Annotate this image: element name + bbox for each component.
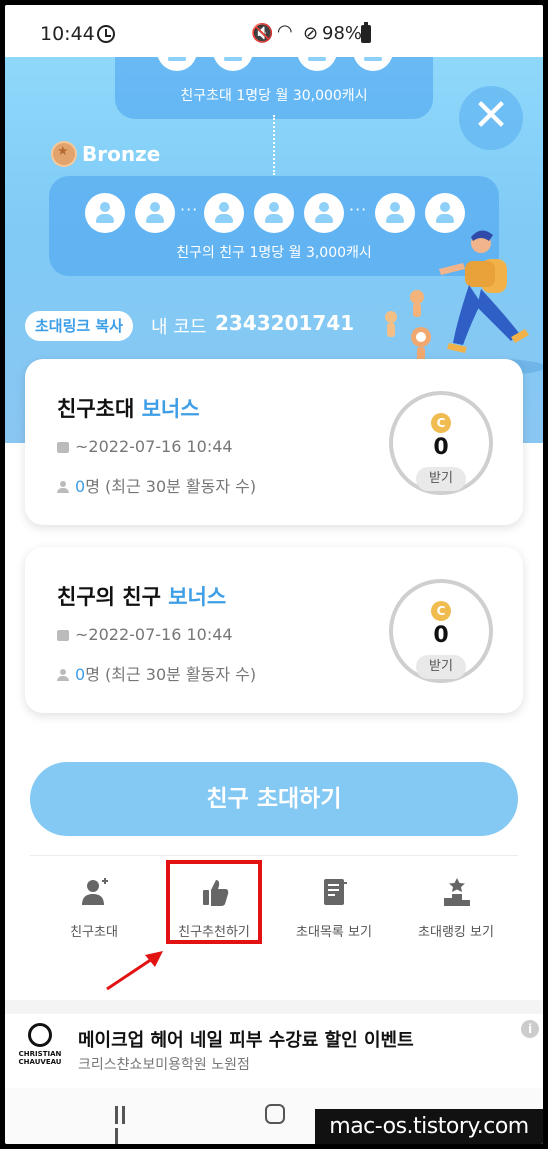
screen: 10:44 🔇 ◠ ⊘ 98% 친구초대 1명당 월 30,000캐시 ✕ Br… <box>5 5 543 1144</box>
add-friend-icon <box>82 878 108 905</box>
battery-icon <box>361 22 371 43</box>
card-title: 친구초대 보너스 <box>57 393 200 423</box>
bonus-value: 0 <box>433 435 449 460</box>
ad-logo-mark <box>28 1023 52 1047</box>
friend-avatar <box>254 193 294 233</box>
ad-logo: CHRISTIAN CHAUVEAU <box>15 1023 65 1077</box>
recent-apps-button[interactable] <box>115 1106 135 1144</box>
bonus-ring: C 0 받기 <box>389 391 493 495</box>
card-date: ~2022-07-16 10:44 <box>57 625 233 644</box>
close-button[interactable]: ✕ <box>459 86 523 150</box>
ad-banner[interactable]: CHRISTIAN CHAUVEAU 메이크업 헤어 네일 피부 수강료 할인 … <box>5 1014 543 1088</box>
blocked-icon: ⊘ <box>303 23 319 44</box>
menu-invite-list[interactable]: 초대목록 보기 <box>279 873 389 953</box>
copy-invite-link-button[interactable]: 초대링크 복사 <box>25 311 134 341</box>
bronze-medal-icon <box>51 141 77 167</box>
card-count-number: 0 <box>75 477 86 496</box>
card-count-number: 0 <box>75 665 86 684</box>
my-code-value: 2343201741 <box>215 311 355 335</box>
ad-subtitle: 크리스챤쇼보미용학원 노원점 <box>78 1057 250 1073</box>
clock-icon <box>97 25 115 43</box>
friend-avatar <box>297 57 337 71</box>
runner-illustration <box>385 230 543 375</box>
friend-avatar <box>353 57 393 71</box>
card-title-main: 친구초대 <box>57 397 135 421</box>
card-date: ~2022-07-16 10:44 <box>57 437 233 456</box>
card-title-accent: 보너스 <box>141 397 200 421</box>
card-count: 0명 (최근 30분 활동자 수) <box>57 661 256 685</box>
friend-avatar <box>135 193 175 233</box>
friend-tier-box: 친구초대 1명당 월 30,000캐시 <box>115 57 433 119</box>
card-title-main: 친구의 친구 <box>57 585 161 609</box>
cash-coin-icon: C <box>431 601 451 621</box>
calendar-icon <box>57 442 69 453</box>
my-code-label: 내 코드 <box>151 317 207 338</box>
home-button[interactable] <box>265 1104 285 1124</box>
menu-invite-friend[interactable]: 친구초대 <box>39 873 149 953</box>
person-icon <box>57 481 69 493</box>
bonus-value: 0 <box>433 623 449 648</box>
section-gap <box>5 1000 543 1014</box>
status-bar: 10:44 🔇 ◠ ⊘ 98% <box>5 5 543 57</box>
card-title: 친구의 친구 보너스 <box>57 581 226 611</box>
menu-invite-ranking[interactable]: 초대랭킹 보기 <box>401 873 511 953</box>
ranking-icon <box>444 878 470 906</box>
ad-logo-text: CHRISTIAN CHAUVEAU <box>18 1050 62 1066</box>
calendar-icon <box>57 630 69 641</box>
friend-invite-bonus-card: 친구초대 보너스 ~2022-07-16 10:44 0명 (최근 30분 활동… <box>25 359 523 525</box>
ellipsis: ··· <box>349 200 368 219</box>
bronze-label: Bronze <box>82 142 161 166</box>
ad-title: 메이크업 헤어 네일 피부 수강료 할인 이벤트 <box>78 1030 414 1051</box>
divider <box>30 855 518 856</box>
claim-button[interactable]: 받기 <box>416 467 466 491</box>
claim-button[interactable]: 받기 <box>416 655 466 679</box>
friend-tier-caption: 친구초대 1명당 월 30,000캐시 <box>180 88 368 104</box>
card-count-text: 명 (최근 30분 활동자 수) <box>85 477 257 496</box>
ad-info-icon[interactable]: i <box>521 1020 539 1038</box>
menu-label: 친구초대 <box>70 925 118 940</box>
status-time: 10:44 <box>40 23 95 45</box>
card-date-text: ~2022-07-16 10:44 <box>75 625 233 644</box>
watermark: mac-os.tistory.com <box>315 1109 543 1144</box>
card-count: 0명 (최근 30분 활동자 수) <box>57 473 256 497</box>
tier-connector <box>273 115 275 175</box>
cash-coin-icon: C <box>431 413 451 433</box>
person-icon <box>57 669 69 681</box>
friend-of-friend-bonus-card: 친구의 친구 보너스 ~2022-07-16 10:44 0명 (최근 30분 … <box>25 547 523 713</box>
list-icon <box>324 879 347 905</box>
friend-avatar <box>304 193 344 233</box>
pointer-arrow <box>106 951 163 991</box>
card-count-text: 명 (최근 30분 활동자 수) <box>85 665 257 684</box>
wifi-icon: ◠ <box>277 21 293 42</box>
friend-avatar <box>157 57 197 71</box>
bonus-ring: C 0 받기 <box>389 579 493 683</box>
highlight-box <box>166 860 262 944</box>
friend-avatar <box>85 193 125 233</box>
friend-avatar <box>213 57 253 71</box>
friend-avatar <box>204 193 244 233</box>
menu-label: 초대목록 보기 <box>296 925 372 940</box>
card-title-accent: 보너스 <box>168 585 227 609</box>
menu-label: 초대랭킹 보기 <box>418 925 494 940</box>
ellipsis: ··· <box>180 200 199 219</box>
invite-friends-button[interactable]: 친구 초대하기 <box>30 762 518 836</box>
card-date-text: ~2022-07-16 10:44 <box>75 437 233 456</box>
battery-percent: 98% <box>322 23 363 44</box>
mute-icon: 🔇 <box>251 23 274 44</box>
